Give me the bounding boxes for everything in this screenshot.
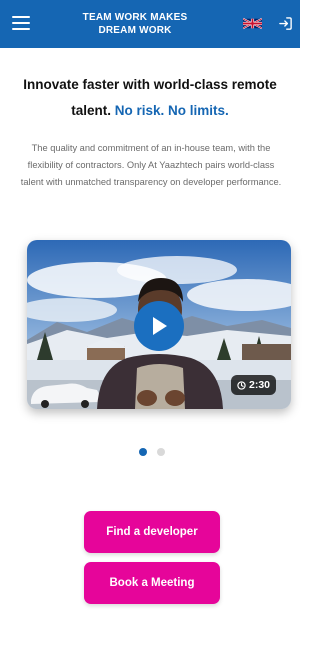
app-header: TEAM WORK MAKES DREAM WORK (0, 0, 300, 48)
carousel-dot-2[interactable] (157, 448, 165, 456)
hero-headline: Innovate faster with world-class remote … (10, 72, 290, 124)
video-duration: 2:30 (249, 379, 271, 391)
carousel-dot-1[interactable] (139, 448, 147, 456)
hero-description: The quality and commitment of an in-hous… (20, 143, 282, 187)
hamburger-menu-icon[interactable] (12, 16, 30, 31)
header-title: TEAM WORK MAKES DREAM WORK (82, 12, 188, 36)
play-icon[interactable] (134, 301, 184, 351)
hero-headline-accent: No risk. No limits. (114, 103, 229, 118)
video-duration-badge: 2:30 (231, 375, 277, 395)
book-meeting-button[interactable]: Book a Meeting (84, 562, 220, 604)
page: TEAM WORK MAKES DREAM WORK Innovate fast… (0, 0, 300, 647)
login-icon[interactable] (278, 16, 293, 31)
uk-flag-icon[interactable] (243, 17, 262, 30)
clock-icon (237, 380, 246, 390)
intro-video[interactable]: 2:30 (27, 240, 291, 409)
find-developer-button[interactable]: Find a developer (84, 511, 220, 553)
